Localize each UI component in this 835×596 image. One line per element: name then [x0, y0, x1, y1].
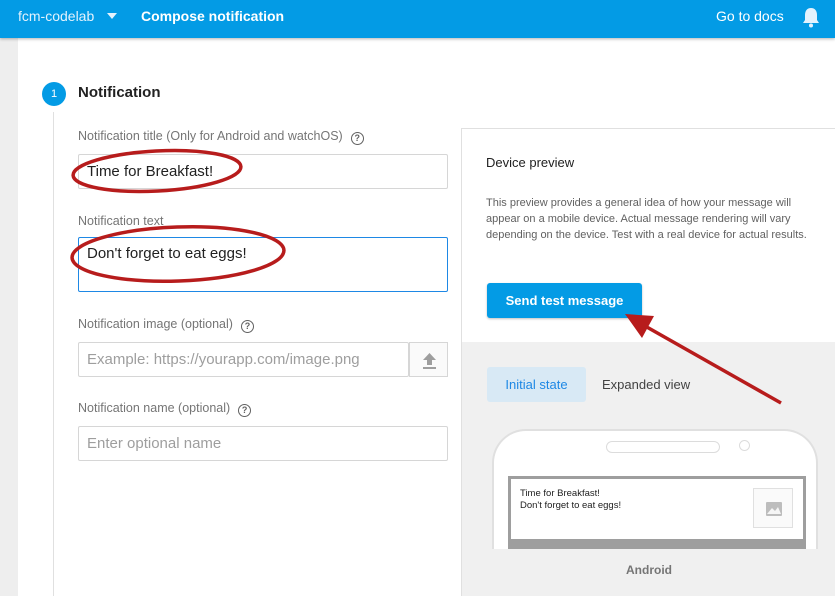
image-icon [766, 502, 782, 516]
notification-title-label: Notification title (Only for Android and… [78, 129, 364, 145]
top-app-bar: fcm-codelab Compose notification Go to d… [0, 0, 835, 38]
preview-header: Device preview This preview provides a g… [462, 129, 835, 342]
notification-title-label-text: Notification title (Only for Android and… [78, 129, 343, 143]
help-circle-icon[interactable]: ? [238, 404, 252, 417]
notification-name-input[interactable]: Enter optional name [78, 426, 448, 461]
project-selector[interactable]: fcm-codelab [18, 8, 94, 24]
preview-notification-title: Time for Breakfast! [520, 488, 600, 499]
upload-button[interactable] [409, 342, 448, 377]
page-title: Compose notification [141, 8, 285, 24]
notification-title-value: Time for Breakfast! [87, 163, 214, 180]
notification-image-label-text: Notification image (optional) [78, 317, 233, 331]
notification-text-input[interactable]: Don't forget to eat eggs! [78, 237, 448, 292]
notification-name-label-text: Notification name (optional) [78, 401, 231, 415]
chevron-down-icon[interactable] [107, 13, 117, 19]
notification-title-input[interactable]: Time for Breakfast! [78, 154, 448, 189]
step-number-badge: 1 [42, 82, 66, 106]
notification-image-input[interactable]: Example: https://yourapp.com/image.png [78, 342, 409, 377]
tab-expanded-view[interactable]: Expanded view [602, 367, 690, 402]
notification-text-label: Notification text [78, 214, 164, 228]
notification-text-value: Don't forget to eat eggs! [87, 245, 247, 262]
notification-image-label: Notification image (optional)? [78, 317, 254, 333]
preview-title: Device preview [486, 155, 575, 170]
preview-stage: Initial state Expanded view Time for Bre… [462, 342, 835, 596]
tab-initial-state[interactable]: Initial state [487, 367, 586, 402]
preview-description: This preview provides a general idea of … [486, 197, 807, 241]
send-test-message-button[interactable]: Send test message [487, 283, 642, 318]
upload-icon [423, 353, 436, 369]
help-circle-icon[interactable]: ? [350, 132, 364, 145]
left-gutter [0, 38, 18, 596]
help-circle-icon[interactable]: ? [240, 320, 254, 333]
image-placeholder [753, 488, 793, 528]
phone-mockup: Time for Breakfast! Don't forget to eat … [492, 429, 818, 549]
notification-image-placeholder: Example: https://yourapp.com/image.png [87, 351, 360, 368]
bell-icon[interactable] [801, 6, 821, 28]
notification-card: Time for Breakfast! Don't forget to eat … [511, 479, 803, 539]
notification-name-label: Notification name (optional)? [78, 401, 252, 417]
preview-notification-text: Don't forget to eat eggs! [520, 500, 622, 511]
phone-speaker [606, 441, 720, 453]
notification-name-placeholder: Enter optional name [87, 435, 222, 452]
os-label: Android [626, 563, 672, 577]
go-to-docs-link[interactable]: Go to docs [716, 8, 784, 24]
phone-camera [739, 440, 750, 451]
device-preview-panel: Device preview This preview provides a g… [461, 128, 835, 596]
phone-screen: Time for Breakfast! Don't forget to eat … [508, 476, 806, 549]
step-connector-line [53, 112, 54, 596]
step-title: Notification [78, 84, 161, 101]
